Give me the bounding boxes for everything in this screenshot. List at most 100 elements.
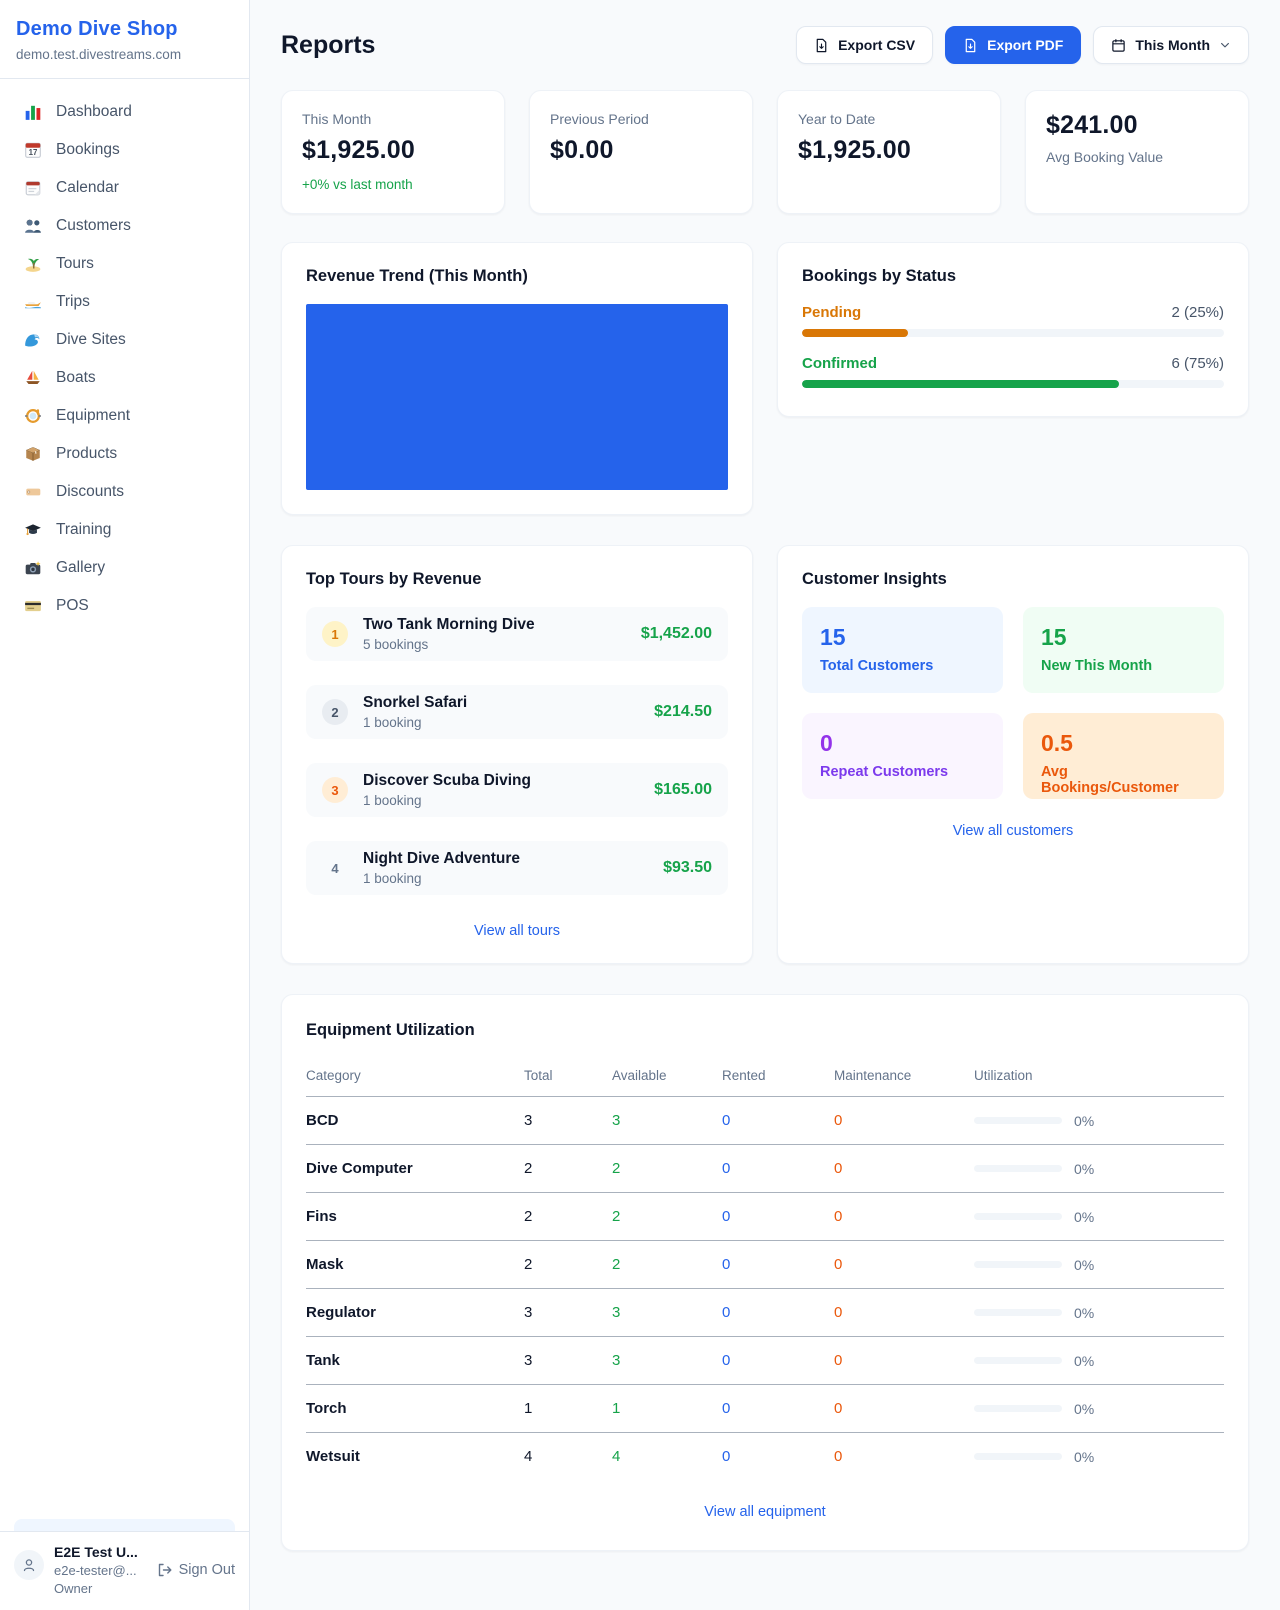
table-row: Mask 2 2 0 0 0% [306, 1241, 1224, 1289]
col-maintenance: Maintenance [834, 1068, 974, 1083]
tour-revenue: $214.50 [654, 703, 712, 721]
utilization-track [974, 1165, 1062, 1172]
view-all-customers-link[interactable]: View all customers [802, 823, 1224, 839]
table-row: Torch 1 1 0 0 0% [306, 1385, 1224, 1433]
sign-out-button[interactable]: Sign Out [157, 1562, 235, 1578]
stat-value: $241.00 [1046, 111, 1228, 140]
rank-badge: 4 [322, 855, 348, 881]
rank-badge: 2 [322, 699, 348, 725]
sidebar-item-label: Gallery [56, 559, 105, 577]
top-tours-title: Top Tours by Revenue [306, 570, 728, 589]
sidebar-item-label: Training [56, 521, 111, 539]
view-all-equipment-link[interactable]: View all equipment [306, 1504, 1224, 1520]
cell-maintenance: 0 [834, 1256, 974, 1273]
stat-value: $0.00 [550, 136, 732, 165]
revenue-trend-chart [306, 304, 728, 490]
cell-category: BCD [306, 1112, 524, 1129]
progress-track [802, 329, 1224, 337]
sidebar-item-equipment[interactable]: Equipment [10, 397, 239, 435]
tour-bookings: 1 booking [363, 715, 467, 730]
cell-category: Wetsuit [306, 1448, 524, 1465]
table-row: Wetsuit 4 4 0 0 0% [306, 1433, 1224, 1480]
tag-icon [24, 483, 42, 501]
cell-available: 3 [612, 1352, 722, 1369]
period-select[interactable]: This Month [1093, 26, 1249, 64]
status-count: 2 (25%) [1171, 304, 1224, 321]
export-pdf-button[interactable]: Export PDF [945, 26, 1081, 64]
stat-label: Year to Date [798, 111, 980, 127]
bar-chart-icon [24, 103, 42, 121]
tile-value: 15 [820, 624, 985, 651]
tour-name: Two Tank Morning Dive [363, 616, 535, 634]
tour-bookings: 1 booking [363, 871, 520, 886]
calendar-date-icon: 17 [24, 141, 42, 159]
col-category: Category [306, 1068, 524, 1083]
stat-card-previous-period: Previous Period $0.00 [529, 90, 753, 214]
file-download-icon [814, 38, 829, 53]
tile-label: Repeat Customers [820, 764, 985, 780]
cell-rented: 0 [722, 1256, 834, 1273]
cell-rented: 0 [722, 1208, 834, 1225]
stat-cards: This Month $1,925.00 +0% vs last month P… [281, 90, 1249, 214]
cell-total: 2 [524, 1160, 612, 1177]
sidebar-item-discounts[interactable]: Discounts [10, 473, 239, 511]
utilization-percent: 0% [1074, 1209, 1094, 1225]
col-total: Total [524, 1068, 612, 1083]
view-all-tours-link[interactable]: View all tours [306, 923, 728, 939]
dive-mask-icon [24, 407, 42, 425]
cell-utilization: 0% [974, 1161, 1224, 1177]
cell-available: 4 [612, 1448, 722, 1465]
sidebar-item-products[interactable]: Products [10, 435, 239, 473]
rank-badge: 1 [322, 621, 348, 647]
tile-value: 0 [820, 730, 985, 757]
export-csv-button[interactable]: Export CSV [796, 26, 933, 64]
graduation-cap-icon [24, 521, 42, 539]
export-csv-label: Export CSV [838, 37, 915, 53]
utilization-percent: 0% [1074, 1449, 1094, 1465]
status-label: Pending [802, 304, 861, 321]
utilization-track [974, 1453, 1062, 1460]
tile-new-this-month: 15 New This Month [1023, 607, 1224, 693]
sidebar-item-bookings[interactable]: 17 Bookings [10, 131, 239, 169]
col-available: Available [612, 1068, 722, 1083]
user-email: e2e-tester@... [54, 1563, 138, 1578]
sidebar-item-label: Boats [56, 369, 96, 387]
sailboat-icon [24, 369, 42, 387]
tour-revenue: $93.50 [663, 859, 712, 877]
sidebar-item-boats[interactable]: Boats [10, 359, 239, 397]
cell-available: 3 [612, 1304, 722, 1321]
sidebar-item-label: Discounts [56, 483, 124, 501]
insight-tiles: 15 Total Customers 15 New This Month 0 R… [802, 607, 1224, 799]
sidebar-item-reports-partial[interactable] [14, 1519, 235, 1531]
utilization-percent: 0% [1074, 1257, 1094, 1273]
cell-maintenance: 0 [834, 1160, 974, 1177]
tour-row: 2 Snorkel Safari 1 booking $214.50 [306, 685, 728, 739]
sidebar-item-label: Dashboard [56, 103, 132, 121]
col-utilization: Utilization [974, 1068, 1224, 1083]
sidebar-item-pos[interactable]: POS [10, 587, 239, 625]
cell-available: 1 [612, 1400, 722, 1417]
tile-total-customers: 15 Total Customers [802, 607, 1003, 693]
cell-available: 2 [612, 1256, 722, 1273]
sidebar-item-calendar[interactable]: Calendar [10, 169, 239, 207]
cell-maintenance: 0 [834, 1112, 974, 1129]
package-icon [24, 445, 42, 463]
sidebar-header: Demo Dive Shop demo.test.divestreams.com [0, 0, 249, 79]
sidebar-item-tours[interactable]: Tours [10, 245, 239, 283]
shop-subdomain: demo.test.divestreams.com [16, 47, 233, 62]
page-title: Reports [281, 31, 375, 60]
sidebar-item-customers[interactable]: Customers [10, 207, 239, 245]
utilization-track [974, 1213, 1062, 1220]
sidebar-item-dive-sites[interactable]: Dive Sites [10, 321, 239, 359]
tile-label: Total Customers [820, 658, 985, 674]
cell-utilization: 0% [974, 1257, 1224, 1273]
sidebar-item-training[interactable]: Training [10, 511, 239, 549]
cell-utilization: 0% [974, 1113, 1224, 1129]
cell-total: 2 [524, 1256, 612, 1273]
table-row: Tank 3 3 0 0 0% [306, 1337, 1224, 1385]
sidebar-item-trips[interactable]: Trips [10, 283, 239, 321]
calendar-icon [1111, 38, 1126, 53]
sidebar-item-dashboard[interactable]: Dashboard [10, 93, 239, 131]
sidebar-item-gallery[interactable]: Gallery [10, 549, 239, 587]
calendar-icon [24, 179, 42, 197]
